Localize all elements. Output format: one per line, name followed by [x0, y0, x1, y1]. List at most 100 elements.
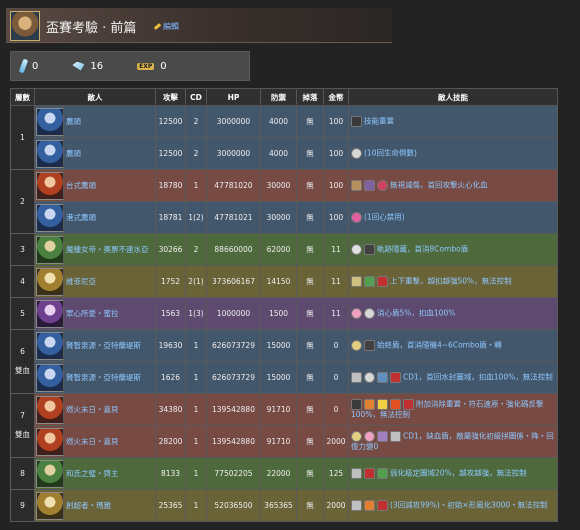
fire-icon[interactable] [390, 399, 401, 410]
stat-exp-value: 0 [160, 60, 167, 72]
sword-icon[interactable] [351, 468, 362, 479]
drop-value: 無 [296, 329, 324, 362]
enemy-skill-text[interactable]: 弱化級定圖域20%，越攻越強，無法控制 [390, 469, 527, 478]
drop-value: 無 [296, 137, 324, 170]
enemy-portrait[interactable] [36, 203, 64, 232]
table-row: 鷹頭 12500 2 3000000 4000 無 100 (10回生命倒數) [11, 137, 558, 170]
table-row: 燃火末日・嘉貝 28200 1 139542880 91710 無 2000 CD1，缺血盾，… [11, 425, 558, 458]
enemy-portrait[interactable] [36, 427, 64, 456]
sword-icon[interactable] [351, 372, 362, 383]
enemy-name[interactable]: 賢智泉源・亞特蘭堤斯 [63, 361, 156, 394]
floor-number: 9 [20, 501, 25, 510]
gold-value: 100 [323, 201, 349, 234]
table-header-row: 層數 敵人 攻擊 CD HP 防禦 掉落 金幣 敵人技能 [10, 88, 558, 106]
floor-note: 雙血 [15, 366, 30, 375]
edit-link[interactable]: 編輯 [153, 21, 179, 32]
enemy-name[interactable]: 創超者・瑪雅 [63, 489, 156, 522]
enemy-name[interactable]: 鷹頭 [63, 137, 156, 170]
act-icon[interactable] [351, 399, 362, 410]
enemy-name[interactable]: 港式鷹頭 [63, 201, 156, 234]
lock-icon[interactable] [377, 372, 388, 383]
enemy-name[interactable]: 鷹頭 [63, 105, 156, 138]
cd-value: 1(3) [185, 297, 207, 330]
arrow-up-icon[interactable] [364, 276, 375, 287]
enemy-name[interactable]: 賢智泉源・亞特蘭堤斯 [63, 329, 156, 362]
attack-value: 19630 [155, 329, 186, 362]
eye-icon[interactable] [351, 244, 362, 255]
header-attack: 攻擊 [155, 88, 186, 106]
attack-value: 34380 [155, 393, 186, 426]
heart-shield-icon[interactable] [351, 308, 362, 319]
page-title: 盃賽考驗 · 前篇 [46, 21, 137, 36]
enemy-name[interactable]: 和氏之璧・齊主 [63, 457, 156, 490]
enemy-portrait[interactable] [36, 171, 64, 200]
strike-icon[interactable] [351, 276, 362, 287]
enemy-skill-text[interactable]: 技能重置 [364, 117, 394, 126]
enemy-skill-text[interactable]: (1回心禁用) [364, 213, 405, 222]
block-icon[interactable] [377, 276, 388, 287]
block-icon[interactable] [364, 468, 375, 479]
enemy-portrait[interactable] [36, 139, 64, 168]
enemy-portrait[interactable] [36, 299, 64, 328]
grid-icon[interactable] [377, 431, 388, 442]
combo-shield-icon[interactable] [364, 244, 375, 255]
combo-shield-icon[interactable] [364, 340, 375, 351]
enemy-name[interactable]: 燃火末日・嘉貝 [63, 393, 156, 426]
orb-icon[interactable] [351, 340, 362, 351]
skull-icon[interactable] [351, 148, 362, 159]
enemy-portrait[interactable] [36, 331, 64, 360]
enemy-portrait[interactable] [36, 267, 64, 296]
header-hp: HP [206, 88, 261, 106]
skull-icon[interactable] [364, 372, 375, 383]
pierce-icon[interactable] [351, 180, 362, 191]
burst-icon[interactable] [364, 399, 375, 410]
enemy-name[interactable]: 燃火末日・嘉貝 [63, 425, 156, 458]
enemy-skill-text[interactable]: 無視減傷，首回攻擊火心化血 [390, 181, 488, 190]
drop-value: 無 [296, 265, 324, 298]
hp-value: 3000000 [206, 137, 261, 170]
block-icon[interactable] [390, 372, 401, 383]
floor-cell: 2 [10, 169, 35, 234]
enemy-portrait[interactable] [36, 395, 64, 424]
sword-icon[interactable] [351, 500, 362, 511]
enemy-portrait[interactable] [36, 363, 64, 392]
heart-lock-icon[interactable] [351, 212, 362, 223]
enemy-skill-text[interactable]: (10回生命倒數) [364, 149, 417, 158]
floor-number: 2 [20, 197, 25, 206]
floor-number: 3 [20, 245, 25, 254]
enemy-skill-text[interactable]: CD1，首回水封圖域，扣血100%，無法控制 [403, 373, 553, 382]
attack-value: 18781 [155, 201, 186, 234]
attack-value: 12500 [155, 105, 186, 138]
enemy-name[interactable]: 眾心所愛・蜜拉 [63, 297, 156, 330]
floor-number: 1 [20, 133, 25, 142]
enemy-skill-text[interactable]: 消心盾5%，扣血100% [377, 309, 455, 318]
skull-icon[interactable] [364, 308, 375, 319]
defense-value: 1500 [260, 297, 297, 330]
block-icon[interactable] [403, 399, 414, 410]
enemy-portrait[interactable] [36, 491, 64, 520]
heart-icon[interactable] [377, 180, 388, 191]
block-icon[interactable] [377, 500, 388, 511]
enemy-name[interactable]: 魔腫女帝・奧票不連水亞 [63, 233, 156, 266]
table-row: 7 雙血 燃火末日・嘉貝 34380 1 139542880 91710 無 0 附加消除重置・符… [10, 393, 558, 458]
stat-potion-value: 0 [32, 60, 39, 72]
shield-icon[interactable] [364, 180, 375, 191]
heart-shield-icon[interactable] [364, 431, 375, 442]
enemy-portrait[interactable] [36, 459, 64, 488]
burst-icon[interactable] [364, 500, 375, 511]
star-icon[interactable] [377, 399, 388, 410]
arrow-up-icon[interactable] [377, 468, 388, 479]
enemy-skill-text[interactable]: (3回減攻99%)・初始×形風化3000・無法控制 [390, 501, 548, 510]
enemy-name[interactable]: 台式鷹頭 [63, 169, 156, 202]
enemy-skill-text[interactable]: 軌跡隱藏，首消8Combo盾 [377, 245, 468, 254]
enemy-skill-text[interactable]: 上下重擊，越扣越強50%，無法控制 [390, 277, 512, 286]
orb-icon[interactable] [351, 431, 362, 442]
enemy-portrait[interactable] [36, 235, 64, 264]
act-icon[interactable] [351, 116, 362, 127]
enemy-skill-text[interactable]: 始終盾，首消隨機4~6Combo盾・轉 [377, 341, 502, 350]
cd-value: 1 [185, 489, 207, 522]
sword-icon[interactable] [390, 431, 401, 442]
defense-value: 15000 [260, 361, 297, 394]
enemy-portrait[interactable] [36, 107, 64, 136]
enemy-name[interactable]: 維菲尼亞 [63, 265, 156, 298]
